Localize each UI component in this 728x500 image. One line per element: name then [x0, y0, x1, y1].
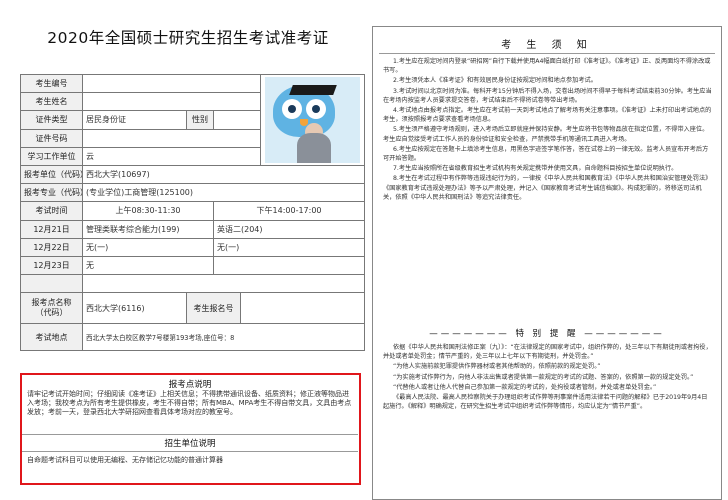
label-school: 学习工作单位 — [20, 146, 83, 166]
schedule-date: 12月23日 — [20, 255, 83, 276]
value-id-type: 居民身份证 — [82, 110, 187, 130]
page-title: 2020年全国硕士研究生招生考试准考证 — [47, 29, 329, 47]
special-reminder-list: 依据《中华人民共和国刑法修正案（九）》：“在法律规定的国家考试中，组织作弊的，处… — [383, 343, 713, 412]
label-exam-site: 报考点名称（代码） — [20, 292, 83, 325]
special-item: “代替他人或者让他人代替自己参加第一款规定的考试的，处拘役或者管制，并处或者单处… — [393, 383, 657, 391]
value-name — [81, 92, 262, 112]
schedule-date: 12月21日 — [20, 219, 83, 239]
rule-item: 3.考试时间以北京时间为准。每科开考15分钟后不得入场，交卷出场时间不得早于每科… — [383, 87, 712, 104]
special-item: 依据《中华人民共和国刑法修正案（九）》：“在法律规定的国家考试中，组织作弊的，处… — [383, 344, 712, 361]
unit-notice-title: 招生单位说明 — [164, 439, 216, 449]
value-room-no — [239, 292, 366, 325]
rule-item: 1.考生应在规定时间内登录“研招网”自行下载并使用A4幅面白纸打印《准考证》。《… — [383, 58, 711, 75]
schedule-afternoon: 无(一) — [212, 237, 366, 257]
header-afternoon: 下午14:00-17:00 — [212, 201, 366, 221]
candidate-photo — [265, 77, 361, 163]
label-apply-unit: 报考单位（代码） — [20, 164, 83, 185]
value-exam-no — [81, 73, 262, 94]
rules-title: 考 生 须 知 — [501, 40, 593, 51]
value-id-no — [81, 128, 262, 148]
label-name: 考生姓名 — [20, 92, 83, 112]
admission-ticket: 2020年全国硕士研究生招生考试准考证 考生编号 考生姓名 证件类型 居民身份证… — [10, 0, 366, 500]
rule-item: 8.考生在考试过程中有作弊等违规违纪行为的，一律按《中华人民共和国教育法》《中华… — [383, 175, 712, 201]
header-morning: 上午08:30-11:30 — [82, 201, 214, 221]
exam-site-notice-title: 报考点说明 — [168, 380, 212, 390]
schedule-date: 12月22日 — [20, 237, 83, 257]
special-item: 《最高人民法院、最高人民检察院关于办理组织考试作弊等刑事案件适用法律若干问题的解… — [383, 394, 708, 411]
label-apply-major: 报考专业（代码） — [20, 183, 83, 203]
value-apply-unit: 西北大学(10697) — [81, 164, 366, 185]
divider — [22, 434, 358, 435]
schedule-morning: 无(一) — [82, 237, 214, 257]
unit-notice-text: 自命题考试科目可以使用无编程、无存储记忆功能的普通计算器 — [27, 456, 223, 464]
label-id-no: 证件号码 — [20, 128, 83, 148]
label-exam-no: 考生编号 — [20, 73, 83, 94]
rule-item: 5.考生须严格遵守考场规则，进入考场后立即就座并保持安静。考生应将书包等物品放在… — [383, 126, 709, 143]
schedule-morning: 管理类联考综合能力(199) — [82, 219, 214, 239]
rules-list: 1.考生应在规定时间内登录“研招网”自行下载并使用A4幅面白纸打印《准考证》。《… — [383, 57, 713, 203]
schedule-afternoon: 英语二(204) — [212, 219, 366, 239]
schedule-afternoon — [212, 255, 366, 276]
value-school: 云 — [81, 146, 262, 166]
ticket-table: 考生编号 考生姓名 证件类型 居民身份证 性别 证件号码 学习工作单位 云 报考… — [20, 73, 366, 352]
exam-site-notice-text: 请牢记考试开始时间；仔细阅读《准考证》上相关信息；不得携带通讯设备、纸质资料；修… — [27, 390, 352, 417]
special-reminder-label: 特 别 提 醒 — [515, 329, 579, 339]
divider — [22, 451, 358, 452]
candidate-rules-panel: 考 生 须 知 1.考生应在规定时间内登录“研招网”自行下载并使用A4幅面白纸打… — [372, 26, 722, 500]
label-id-type: 证件类型 — [20, 110, 83, 130]
photo-cell — [260, 74, 366, 166]
value-location: 西北大学太白校区教学7号楼第193考场,座位号：8 — [81, 323, 366, 352]
label-room-no: 考生报名号 — [186, 292, 241, 325]
schedule-morning: 无 — [82, 255, 214, 276]
notice-highlight-box: 报考点说明 请牢记考试开始时间；仔细阅读《准考证》上相关信息；不得携带通讯设备、… — [20, 373, 361, 485]
rule-item: 6.考生应按规定在答题卡上填涂考生信息，用黑色字迹签字笔作答，答在试卷上的一律无… — [383, 145, 709, 163]
special-reminder-title: ——————— 特 别 提 醒 ——————— — [429, 329, 665, 339]
rule-item: 7.考生应当按照所在省级教育招生考试机构有关规定携带并使用文具，自命题科目按招生… — [393, 165, 678, 173]
value-apply-major: (专业学位)工商管理(125100) — [81, 183, 366, 203]
schedule-date — [20, 274, 83, 294]
special-item: “为他人实施前款犯罪提供作弊器材或者其他帮助的，依照前款的规定处罚。” — [393, 363, 601, 371]
schedule-morning — [81, 274, 366, 294]
special-item: “为实施考试作弊行为，向他人非法出售或者提供第一款规定的考试的试题、答案的，依照… — [393, 373, 694, 381]
rule-item: 4.考试地点由报考点指定。考生应在考试前一天到考试地点了解考场有关注意事项。《准… — [383, 107, 712, 124]
rule-item: 2.考生须凭本人《准考证》和有效居民身份证按规定时间和地点参加考试。 — [393, 77, 597, 85]
value-gender — [212, 110, 262, 130]
owl-avatar-icon — [273, 85, 337, 137]
divider — [379, 53, 715, 54]
label-exam-time: 考试时间 — [20, 201, 83, 221]
label-location: 考试地点 — [20, 323, 83, 352]
value-exam-site: 西北大学(6116) — [82, 292, 187, 325]
label-gender: 性别 — [186, 110, 214, 130]
